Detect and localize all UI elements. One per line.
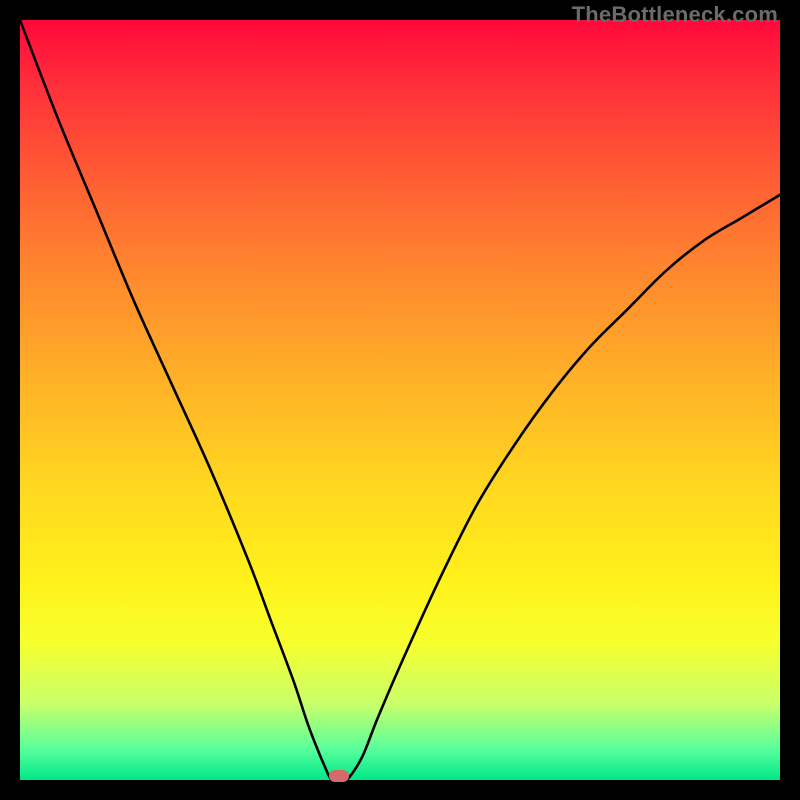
plot-area [20,20,780,780]
curve-svg [20,20,780,780]
bottleneck-curve-path [20,20,780,780]
watermark-label: TheBottleneck.com [572,2,778,28]
optimum-marker [329,770,349,782]
chart-frame: TheBottleneck.com [0,0,800,800]
